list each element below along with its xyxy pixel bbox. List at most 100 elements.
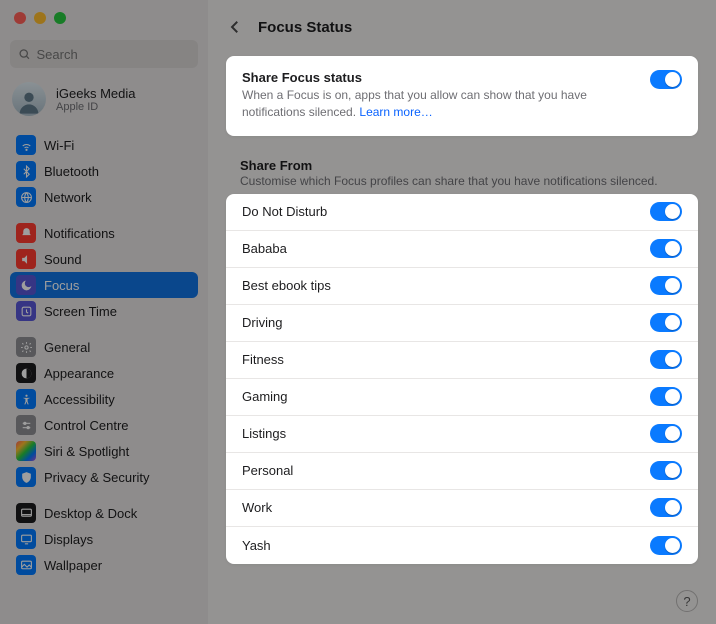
- accessibility-icon: [16, 389, 36, 409]
- focus-profile-row: Driving: [226, 305, 698, 342]
- share-focus-desc: When a Focus is on, apps that you allow …: [242, 87, 630, 122]
- page-title: Focus Status: [258, 19, 352, 36]
- sidebar-item-label: Focus: [44, 278, 79, 293]
- bluetooth-icon: [16, 161, 36, 181]
- focus-profile-label: Bababa: [242, 241, 287, 256]
- focus-profile-row: Fitness: [226, 342, 698, 379]
- network-icon: [16, 187, 36, 207]
- focus-profile-toggle[interactable]: [650, 424, 682, 443]
- search-icon: [18, 47, 31, 61]
- avatar: [12, 82, 46, 116]
- sidebar-item-desktop-dock[interactable]: Desktop & Dock: [10, 500, 198, 526]
- sidebar-item-label: Accessibility: [44, 392, 115, 407]
- sidebar-item-label: Sound: [44, 252, 82, 267]
- zoom-window-button[interactable]: [54, 12, 66, 24]
- focus-profile-label: Driving: [242, 315, 282, 330]
- search-field[interactable]: [10, 40, 198, 68]
- sidebar-item-label: Bluetooth: [44, 164, 99, 179]
- sidebar-item-label: General: [44, 340, 90, 355]
- close-window-button[interactable]: [14, 12, 26, 24]
- focus-profile-label: Do Not Disturb: [242, 204, 327, 219]
- focus-profile-toggle[interactable]: [650, 276, 682, 295]
- apple-id-account[interactable]: iGeeks Media Apple ID: [10, 82, 198, 130]
- focus-profile-toggle[interactable]: [650, 313, 682, 332]
- sidebar-item-focus[interactable]: Focus: [10, 272, 198, 298]
- sidebar-item-label: Siri & Spotlight: [44, 444, 129, 459]
- share-focus-title: Share Focus status: [242, 70, 630, 85]
- siri-icon: [16, 441, 36, 461]
- window-controls: [14, 12, 198, 24]
- sidebar-item-notifications[interactable]: Notifications: [10, 220, 198, 246]
- focus-profile-row: Bababa: [226, 231, 698, 268]
- sidebar: iGeeks Media Apple ID Wi-Fi Bluetooth Ne…: [0, 0, 208, 624]
- sidebar-item-general[interactable]: General: [10, 334, 198, 360]
- focus-profile-toggle[interactable]: [650, 536, 682, 555]
- screen-time-icon: [16, 301, 36, 321]
- sidebar-item-label: Screen Time: [44, 304, 117, 319]
- focus-profile-toggle[interactable]: [650, 202, 682, 221]
- displays-icon: [16, 529, 36, 549]
- general-icon: [16, 337, 36, 357]
- sidebar-item-label: Desktop & Dock: [44, 506, 137, 521]
- sidebar-item-network[interactable]: Network: [10, 184, 198, 210]
- control-centre-icon: [16, 415, 36, 435]
- sidebar-item-label: Control Centre: [44, 418, 129, 433]
- sidebar-item-siri-spotlight[interactable]: Siri & Spotlight: [10, 438, 198, 464]
- search-input[interactable]: [37, 47, 191, 62]
- minimize-window-button[interactable]: [34, 12, 46, 24]
- sidebar-item-bluetooth[interactable]: Bluetooth: [10, 158, 198, 184]
- appearance-icon: [16, 363, 36, 383]
- sidebar-item-accessibility[interactable]: Accessibility: [10, 386, 198, 412]
- sidebar-item-screen-time[interactable]: Screen Time: [10, 298, 198, 324]
- sidebar-item-appearance[interactable]: Appearance: [10, 360, 198, 386]
- focus-profile-label: Gaming: [242, 389, 288, 404]
- back-button[interactable]: [226, 18, 244, 36]
- account-sub: Apple ID: [56, 101, 135, 113]
- focus-profile-label: Work: [242, 500, 272, 515]
- sidebar-item-wifi[interactable]: Wi-Fi: [10, 132, 198, 158]
- sidebar-item-label: Notifications: [44, 226, 115, 241]
- sidebar-item-label: Appearance: [44, 366, 114, 381]
- learn-more-link[interactable]: Learn more…: [359, 105, 432, 119]
- sidebar-item-privacy-security[interactable]: Privacy & Security: [10, 464, 198, 490]
- focus-profile-toggle[interactable]: [650, 239, 682, 258]
- notifications-icon: [16, 223, 36, 243]
- sidebar-nav: Wi-Fi Bluetooth Network Notifications So…: [10, 132, 198, 578]
- sidebar-item-wallpaper[interactable]: Wallpaper: [10, 552, 198, 578]
- focus-profile-label: Listings: [242, 426, 286, 441]
- wallpaper-icon: [16, 555, 36, 575]
- sidebar-item-label: Displays: [44, 532, 93, 547]
- focus-profile-row: Yash: [226, 527, 698, 564]
- sidebar-item-label: Network: [44, 190, 92, 205]
- focus-profile-label: Yash: [242, 538, 271, 553]
- share-focus-status-card: Share Focus status When a Focus is on, a…: [226, 56, 698, 136]
- focus-profile-label: Personal: [242, 463, 293, 478]
- focus-profile-toggle[interactable]: [650, 350, 682, 369]
- share-from-header: Share From Customise which Focus profile…: [240, 158, 698, 188]
- sidebar-item-label: Privacy & Security: [44, 470, 149, 485]
- settings-window: iGeeks Media Apple ID Wi-Fi Bluetooth Ne…: [0, 0, 716, 624]
- focus-profile-toggle[interactable]: [650, 387, 682, 406]
- focus-profile-row: Best ebook tips: [226, 268, 698, 305]
- focus-profile-row: Personal: [226, 453, 698, 490]
- sidebar-item-sound[interactable]: Sound: [10, 246, 198, 272]
- wifi-icon: [16, 135, 36, 155]
- desktop-dock-icon: [16, 503, 36, 523]
- focus-profile-toggle[interactable]: [650, 461, 682, 480]
- content-pane: Focus Status Share Focus status When a F…: [208, 0, 716, 624]
- sidebar-item-label: Wi-Fi: [44, 138, 74, 153]
- share-from-title: Share From: [240, 158, 698, 173]
- focus-profiles-list: Do Not Disturb Bababa Best ebook tips Drivi…: [226, 194, 698, 564]
- share-focus-toggle[interactable]: [650, 70, 682, 89]
- focus-profile-row: Do Not Disturb: [226, 194, 698, 231]
- sidebar-item-displays[interactable]: Displays: [10, 526, 198, 552]
- help-button[interactable]: ?: [676, 590, 698, 612]
- privacy-icon: [16, 467, 36, 487]
- focus-profile-row: Listings: [226, 416, 698, 453]
- focus-profile-label: Fitness: [242, 352, 284, 367]
- sound-icon: [16, 249, 36, 269]
- sidebar-item-control-centre[interactable]: Control Centre: [10, 412, 198, 438]
- account-name: iGeeks Media: [56, 86, 135, 101]
- titlebar: Focus Status: [226, 12, 698, 42]
- focus-profile-toggle[interactable]: [650, 498, 682, 517]
